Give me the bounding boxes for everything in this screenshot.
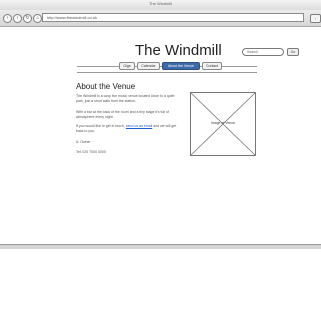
site-title: The Windmill — [135, 42, 222, 59]
address-bar[interactable]: http://www.thewindmill.co.uk — [42, 13, 304, 22]
tab-contact[interactable]: Contact — [202, 62, 222, 70]
window-title: The Windmill — [148, 1, 173, 6]
forward-arrow-icon[interactable]: › — [13, 14, 22, 23]
reload-icon[interactable]: ↻ — [23, 14, 32, 23]
tab-calendar[interactable]: Calendar — [137, 62, 160, 70]
tab-about-the-venue[interactable]: About the Venue — [162, 62, 200, 70]
site-nav: Gigs Calendar About the Venue Contact — [0, 62, 321, 71]
address-url: http://www.thewindmill.co.uk — [47, 15, 98, 20]
email-link[interactable]: send us an email — [126, 124, 152, 128]
image-caption: Image of Venue — [210, 121, 236, 125]
tab-gigs[interactable]: Gigs — [119, 62, 135, 70]
page-content: The Windmill Search Go Gigs Calendar Abo… — [0, 27, 321, 245]
search-button[interactable]: Go — [287, 48, 299, 56]
home-icon[interactable]: ⌂ — [33, 14, 42, 23]
paragraph-contact: If you would like to get in touch, send … — [76, 124, 177, 133]
browser-window: The Windmill ‹ › ↻ ⌂ http://www.thewindm… — [0, 0, 321, 249]
section-heading: About the Venue — [76, 82, 136, 91]
search-input[interactable]: Search — [242, 48, 284, 56]
contact-text: If you would like to get in touch, — [76, 124, 126, 128]
paragraph-atmosphere: With a bar at the back of the room and a… — [76, 110, 169, 119]
back-arrow-icon[interactable]: ‹ — [3, 14, 12, 23]
nav-divider-bottom — [77, 72, 257, 73]
contact-phone: Tel: 020 7000 0000 — [76, 150, 106, 154]
contact-name: A. Owner — [76, 140, 91, 144]
paragraph-intro: The Windmill is a cosy live music venue … — [76, 94, 175, 103]
venue-image-placeholder: Image of Venue — [190, 92, 256, 156]
go-icon[interactable]: › — [310, 14, 321, 23]
browser-toolbar: ‹ › ↻ ⌂ http://www.thewindmill.co.uk › — [0, 10, 321, 27]
window-bottom-bar — [0, 244, 321, 249]
